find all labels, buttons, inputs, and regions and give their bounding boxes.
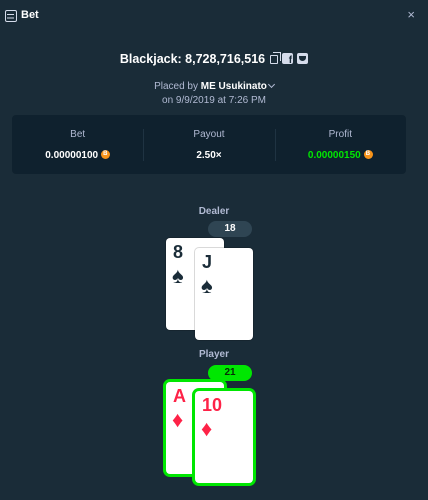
title-bar: Bet × [0, 0, 428, 32]
spade-icon: ♠ [201, 273, 213, 298]
stat-bet-value: 0.00000100 [12, 150, 143, 161]
card-rank: J [202, 252, 213, 272]
player-card-2: 10 ♦ [195, 391, 253, 483]
spade-icon: ♠ [172, 263, 184, 288]
dealer-card-2: J ♠ [195, 248, 253, 340]
stat-payout: Payout 2.50× [143, 115, 274, 174]
placed-by-prefix: Placed by [154, 81, 198, 92]
diamond-icon: ♦ [201, 416, 213, 441]
player-score-badge: 21 [208, 365, 252, 381]
card-rank: A [173, 386, 186, 406]
bet-date: on 9/9/2019 at 7:26 PM [162, 95, 266, 106]
close-icon[interactable]: × [407, 8, 415, 22]
bet-amount: 0.00000100 [45, 150, 99, 161]
bitcoin-icon [101, 150, 111, 159]
dealer-score-badge: 18 [208, 221, 252, 237]
bitcoin-icon [363, 150, 373, 159]
window-title: Bet [21, 9, 39, 21]
profit-amount: 0.00000150 [307, 150, 361, 161]
bet-heading: Blackjack: 8,728,716,516 [0, 52, 428, 66]
diamond-icon: ♦ [172, 407, 184, 432]
stat-payout-label: Payout [193, 129, 225, 140]
placed-by-line: Placed by ME Usukinato [0, 80, 428, 92]
copy-icon[interactable] [270, 52, 282, 64]
bet-list-icon [5, 10, 17, 22]
card-rank: 10 [202, 395, 223, 415]
bet-stats-panel: Bet 0.00000100 Payout 2.50× Profit 0.000… [12, 115, 406, 174]
twitter-icon[interactable] [297, 53, 309, 64]
dealer-label: Dealer [198, 206, 230, 217]
stat-profit-label: Profit [328, 129, 352, 140]
facebook-icon[interactable] [282, 53, 294, 66]
game-id-title: Blackjack: 8,728,716,516 [119, 52, 266, 66]
stat-bet-label: Bet [70, 129, 86, 140]
stat-bet: Bet 0.00000100 [12, 115, 143, 174]
username-link[interactable]: ME Usukinato [201, 81, 267, 92]
chevron-down-icon[interactable] [267, 80, 275, 89]
stat-payout-value: 2.50× [196, 150, 222, 161]
stat-profit: Profit 0.00000150 [274, 115, 406, 174]
player-label: Player [198, 349, 230, 360]
card-rank: 8 [173, 242, 184, 262]
stat-profit-value: 0.00000150 [275, 150, 406, 161]
